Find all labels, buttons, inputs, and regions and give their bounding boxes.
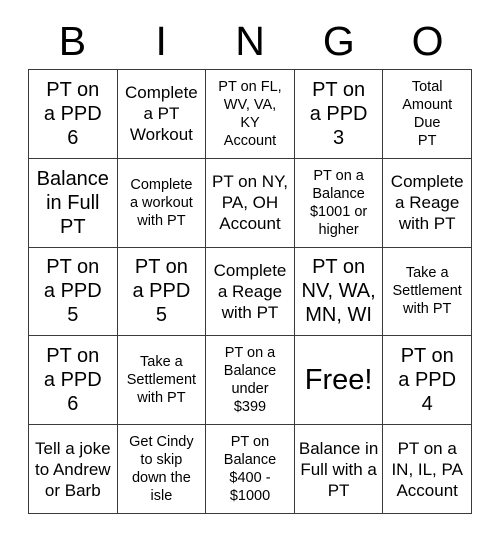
bingo-cell-text: Take a Settlement with PT <box>126 354 197 407</box>
bingo-cell-n2[interactable]: PT on NY, PA, OH Account <box>206 158 295 248</box>
bingo-cell-o5[interactable]: PT on a IN, IL, PA Account <box>383 425 472 514</box>
bingo-cell-b2[interactable]: Balance in Full PT <box>29 158 118 248</box>
bingo-cell-g2[interactable]: PT on a Balance $1001 or higher <box>294 158 384 248</box>
bingo-cell-text: Total Amount Due PT <box>402 78 453 149</box>
bingo-cell-b4[interactable]: PT on a PPD 6 <box>29 336 118 426</box>
bingo-card: B I N G O PT on a PPD 6 Complete a PT Wo… <box>28 14 472 514</box>
bingo-cell-text: Balance in Full PT <box>36 167 109 238</box>
bingo-cell-i2[interactable]: Complete a workout with PT <box>117 158 207 248</box>
bingo-cell-g5[interactable]: Balance in Full with a PT <box>294 425 384 514</box>
bingo-header-letter-n: N <box>235 18 265 64</box>
bingo-cell-text: PT on FL, WV, VA, KY Account <box>218 78 282 149</box>
bingo-header-letter-g: G <box>322 18 355 64</box>
bingo-cell-text: Free! <box>304 363 373 396</box>
bingo-cell-text: PT on a PPD 6 <box>43 345 102 416</box>
bingo-cell-text: PT on a Balance under $399 <box>223 345 277 416</box>
bingo-cell-o1[interactable]: Total Amount Due PT <box>383 70 472 159</box>
bingo-cell-o2[interactable]: Complete a Reage with PT <box>383 158 472 248</box>
bingo-cell-text: Complete a Reage with PT <box>390 172 464 234</box>
bingo-header-letter-o: O <box>411 18 444 64</box>
bingo-cell-text: PT on a PPD 5 <box>132 256 191 327</box>
bingo-cell-n5[interactable]: PT on Balance $400 - $1000 <box>206 425 295 514</box>
bingo-cell-text: PT on NY, PA, OH Account <box>212 172 288 234</box>
bingo-cell-text: PT on a IN, IL, PA Account <box>391 438 463 500</box>
bingo-cell-b1[interactable]: PT on a PPD 6 <box>29 70 118 159</box>
bingo-cell-n3[interactable]: Complete a Reage with PT <box>206 247 295 337</box>
bingo-cell-i1[interactable]: Complete a PT Workout <box>117 70 207 159</box>
bingo-cell-n1[interactable]: PT on FL, WV, VA, KY Account <box>206 70 295 159</box>
bingo-grid: PT on a PPD 6 Complete a PT Workout PT o… <box>28 69 472 514</box>
bingo-cell-free-space[interactable]: Free! <box>294 336 384 426</box>
bingo-cell-i5[interactable]: Get Cindy to skip down the isle <box>117 425 207 514</box>
bingo-cell-text: Complete a workout with PT <box>129 176 193 229</box>
bingo-cell-text: PT on a PPD 4 <box>398 345 457 416</box>
bingo-cell-text: PT on Balance $400 - $1000 <box>223 434 277 505</box>
bingo-cell-o3[interactable]: Take a Settlement with PT <box>383 247 472 337</box>
bingo-cell-text: PT on a Balance $1001 or higher <box>309 167 368 238</box>
bingo-cell-text: PT on a PPD 3 <box>309 78 368 149</box>
bingo-cell-text: Take a Settlement with PT <box>392 265 462 318</box>
bingo-header-letter-b: B <box>58 18 87 64</box>
bingo-cell-text: PT on a PPD 5 <box>43 256 102 327</box>
bingo-cell-text: PT on NV, WA, MN, WI <box>301 256 376 327</box>
bingo-header-row: B I N G O <box>28 14 472 69</box>
bingo-cell-text: Complete a PT Workout <box>125 83 198 145</box>
bingo-cell-b5[interactable]: Tell a joke to Andrew or Barb <box>29 425 118 514</box>
bingo-cell-g3[interactable]: PT on NV, WA, MN, WI <box>294 247 384 337</box>
bingo-cell-i3[interactable]: PT on a PPD 5 <box>117 247 207 337</box>
bingo-cell-b3[interactable]: PT on a PPD 5 <box>29 247 118 337</box>
bingo-cell-text: Complete a Reage with PT <box>213 260 287 322</box>
bingo-cell-text: Balance in Full with a PT <box>298 438 379 500</box>
bingo-cell-n4[interactable]: PT on a Balance under $399 <box>206 336 295 426</box>
bingo-cell-i4[interactable]: Take a Settlement with PT <box>117 336 207 426</box>
bingo-cell-text: Get Cindy to skip down the isle <box>129 434 194 505</box>
bingo-cell-o4[interactable]: PT on a PPD 4 <box>383 336 472 426</box>
bingo-cell-g1[interactable]: PT on a PPD 3 <box>294 70 384 159</box>
bingo-header-letter-i: I <box>155 18 167 64</box>
bingo-cell-text: Tell a joke to Andrew or Barb <box>34 438 111 500</box>
bingo-cell-text: PT on a PPD 6 <box>43 78 102 149</box>
